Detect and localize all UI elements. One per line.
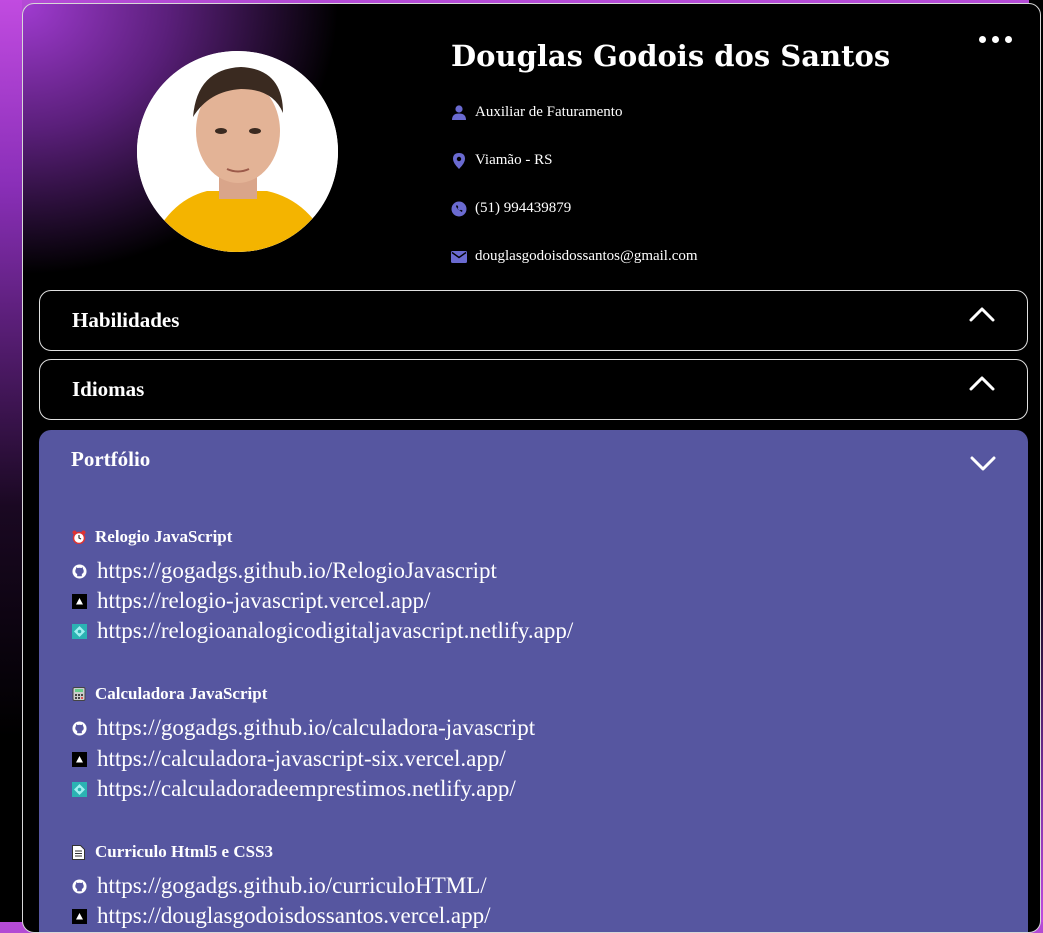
project-link[interactable]: https://relogio-javascript.vercel.app/ (72, 588, 430, 614)
dot-icon (979, 36, 986, 43)
link-text: https://relogio-javascript.vercel.app/ (97, 588, 431, 613)
profile-name: Douglas Godois dos Santos (451, 39, 891, 73)
link-text: https://gogadgs.github.io/RelogioJavascr… (97, 558, 497, 583)
role-text: Auxiliar de Faturamento (475, 104, 623, 120)
github-icon (72, 720, 87, 736)
project-link[interactable]: https://gogadgs.github.io/RelogioJavascr… (72, 558, 497, 584)
project-title-text: Calculadora JavaScript (95, 684, 268, 703)
netlify-icon (72, 623, 87, 639)
accordion-portfolio-title[interactable]: Portfólio (71, 447, 150, 472)
accordion-skills-title: Habilidades (72, 308, 180, 332)
document-icon (72, 845, 86, 860)
project-link[interactable]: https://relogioanalogicodigitaljavascrip… (72, 618, 573, 644)
avatar-photo (137, 51, 338, 252)
mail-icon (451, 249, 467, 265)
link-text: https://douglasgodoisdossantos.vercel.ap… (97, 903, 491, 928)
link-text: https://calculadoradeemprestimos.netlify… (97, 776, 516, 801)
project-title-text: Curriculo Html5 e CSS3 (95, 842, 274, 861)
chevron-down-icon[interactable] (970, 454, 996, 472)
profile-card: Douglas Godois dos Santos Auxiliar de Fa… (22, 3, 1041, 933)
accordion-languages-title: Idiomas (72, 377, 145, 401)
project-title: Curriculo Html5 e CSS3 (72, 842, 273, 862)
chevron-up-icon[interactable] (969, 305, 995, 323)
email-text[interactable]: douglasgodoisdossantos@gmail.com (475, 248, 698, 265)
whatsapp-icon (451, 201, 467, 217)
avatar (137, 51, 338, 252)
netlify-icon (72, 781, 87, 797)
link-text: https://gogadgs.github.io/curriculoHTML/ (97, 873, 487, 898)
location-row: Viamão - RS (451, 152, 552, 169)
location-text: Viamão - RS (475, 152, 553, 168)
project-title-text: Relogio JavaScript (95, 527, 233, 546)
vercel-icon (72, 593, 87, 609)
user-icon (451, 105, 467, 121)
accordion-languages[interactable]: Idiomas (39, 359, 1028, 420)
project-link[interactable]: https://calculadora-javascript-six.verce… (72, 746, 506, 772)
project-title: Calculadora JavaScript (72, 684, 267, 704)
location-pin-icon (451, 152, 467, 169)
link-text: https://calculadora-javascript-six.verce… (97, 746, 506, 771)
more-options-button[interactable] (979, 36, 1012, 43)
email-row: douglasgodoisdossantos@gmail.com (451, 248, 698, 265)
vercel-icon (72, 908, 87, 924)
calculator-icon (72, 687, 86, 701)
accordion-portfolio: Portfólio Relogio JavaScript https://gog… (39, 430, 1028, 932)
project-link[interactable]: https://douglasgodoisdossantos.vercel.ap… (72, 903, 491, 929)
dot-icon (992, 36, 999, 43)
phone-row: (51) 994439879 (451, 200, 571, 217)
project-link[interactable]: https://calculadoradeemprestimos.netlify… (72, 776, 516, 802)
project-link[interactable]: https://gogadgs.github.io/calculadora-ja… (72, 715, 535, 741)
github-icon (72, 878, 87, 894)
alarm-clock-icon (72, 530, 86, 544)
accordion-skills[interactable]: Habilidades (39, 290, 1028, 351)
page-background-left (0, 0, 22, 922)
phone-text[interactable]: (51) 994439879 (475, 200, 571, 217)
chevron-up-icon[interactable] (969, 374, 995, 392)
project-link[interactable]: https://gogadgs.github.io/curriculoHTML/ (72, 873, 487, 899)
link-text: https://relogioanalogicodigitaljavascrip… (97, 618, 574, 643)
dot-icon (1005, 36, 1012, 43)
link-text: https://gogadgs.github.io/calculadora-ja… (97, 715, 536, 740)
project-title: Relogio JavaScript (72, 527, 232, 547)
vercel-icon (72, 751, 87, 767)
role-row: Auxiliar de Faturamento (451, 104, 622, 121)
github-icon (72, 563, 87, 579)
